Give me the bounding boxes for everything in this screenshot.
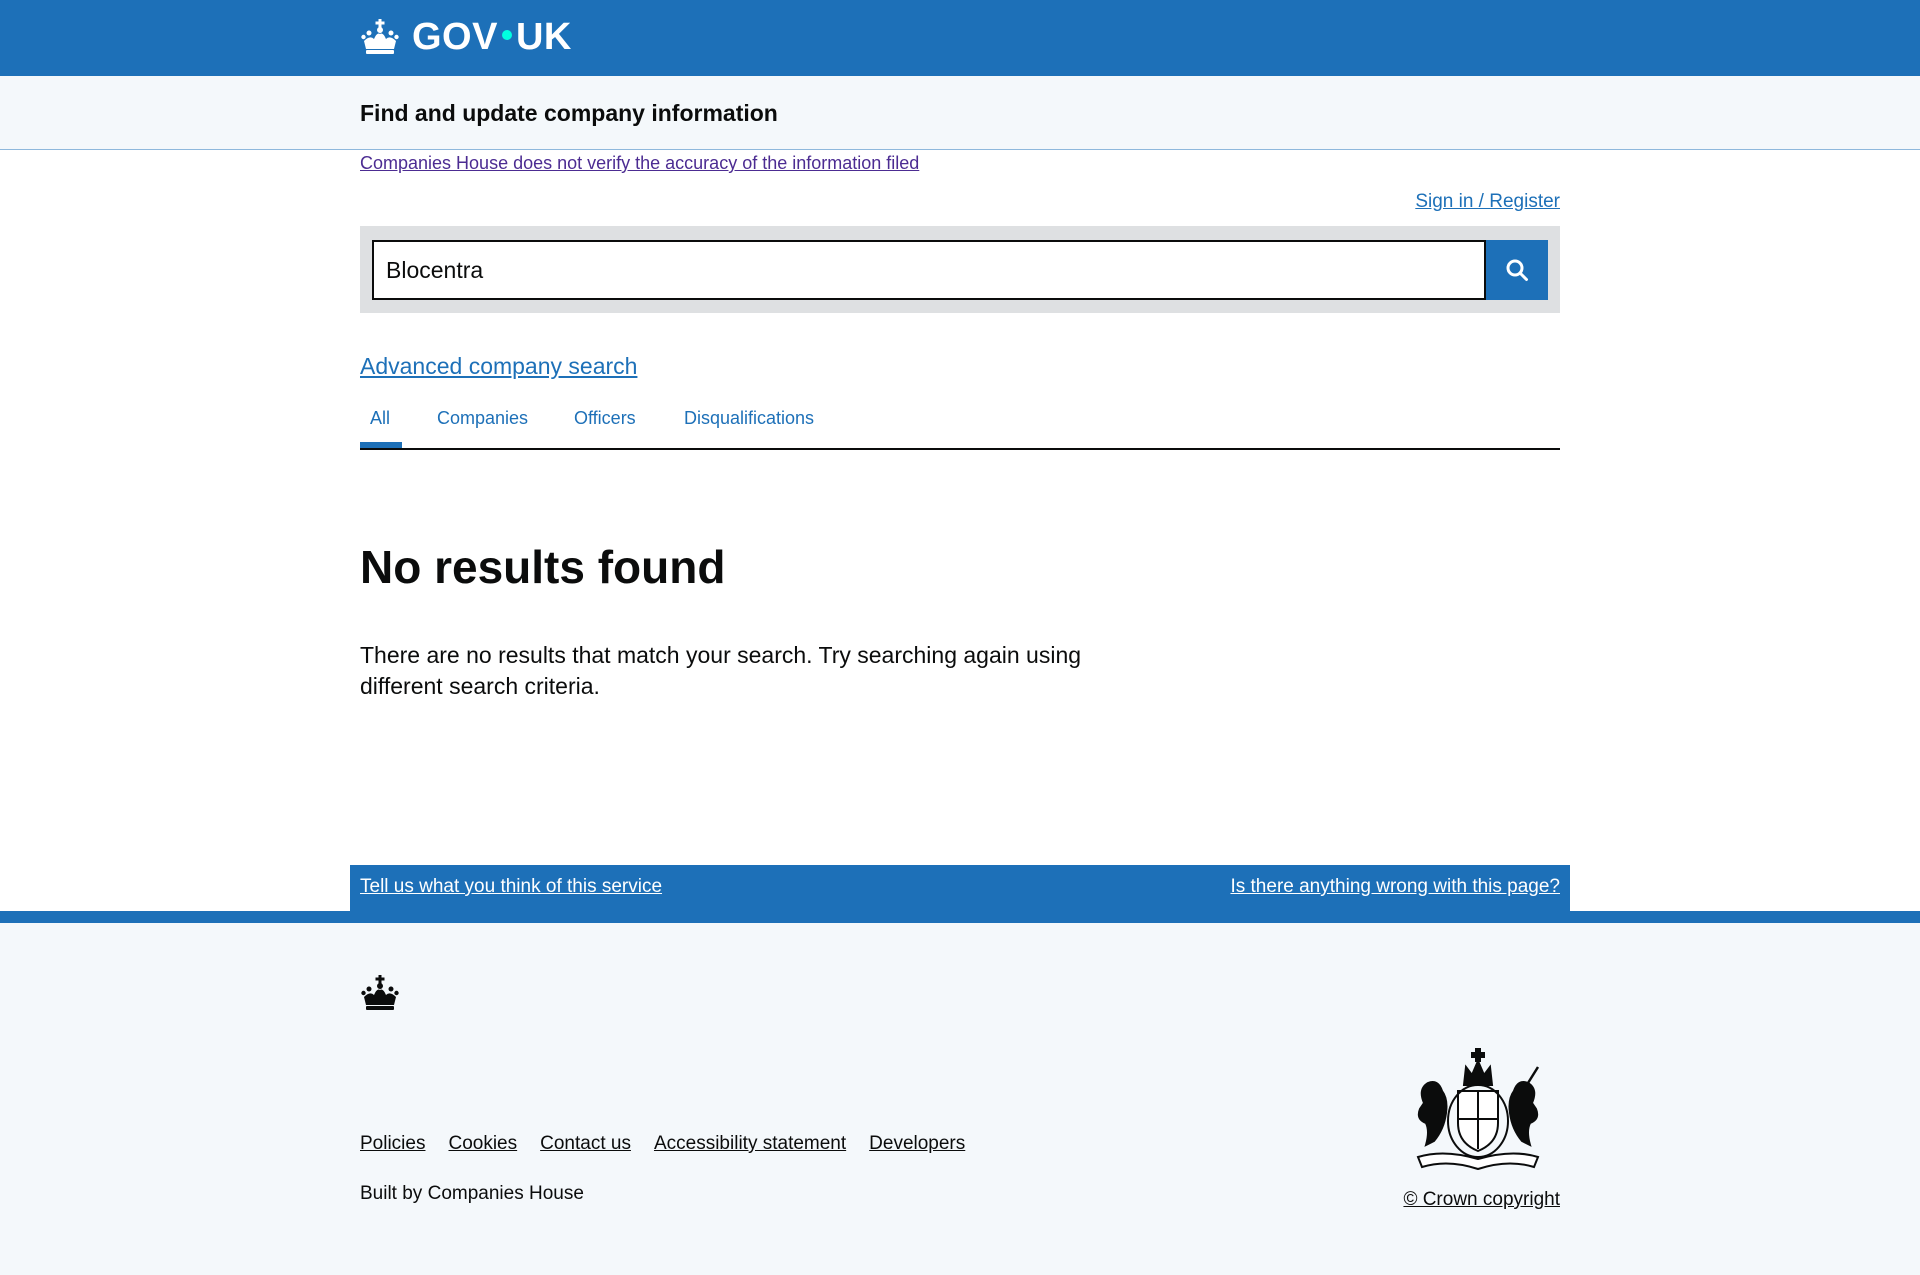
footer-link-developers[interactable]: Developers [869, 1133, 965, 1155]
built-by: Built by Companies House [360, 1183, 584, 1205]
footer-border [0, 911, 1920, 923]
sign-in-register-link[interactable]: Sign in / Register [1415, 191, 1560, 213]
feedback-link[interactable]: Tell us what you think of this service [360, 876, 662, 898]
feedback-bar: Tell us what you think of this service I… [350, 865, 1570, 911]
footer-link-accessibility[interactable]: Accessibility statement [654, 1133, 846, 1155]
govuk-wordmark: GOV UK [412, 15, 572, 58]
search-panel [360, 226, 1560, 313]
govuk-header: GOV UK [0, 0, 1920, 76]
tab-all[interactable]: All [370, 408, 390, 429]
service-navigation: Find and update company information [0, 76, 1920, 150]
search-input[interactable] [372, 240, 1486, 300]
report-problem-link[interactable]: Is there anything wrong with this page? [1230, 876, 1560, 898]
results-heading: No results found [360, 541, 726, 593]
companies-house-link[interactable]: Companies House [428, 1183, 584, 1204]
results-message: There are no results that match your sea… [360, 642, 1082, 699]
crown-icon [361, 975, 399, 1010]
footer-links: Policies Cookies Contact us Accessibilit… [360, 1133, 965, 1155]
search-tabs: All Companies Officers Disqualifications [360, 398, 1560, 450]
crown-copyright-link[interactable]: © Crown copyright [1403, 1189, 1560, 1211]
footer-link-cookies[interactable]: Cookies [448, 1133, 517, 1155]
govuk-logo-link[interactable]: GOV UK [360, 14, 572, 60]
crown-icon [361, 19, 399, 54]
search-icon [1506, 259, 1528, 281]
service-name-link[interactable]: Find and update company information [360, 100, 778, 127]
tab-officers[interactable]: Officers [574, 408, 636, 429]
footer: Policies Cookies Contact us Accessibilit… [0, 923, 1920, 1275]
search-button[interactable] [1486, 240, 1548, 300]
footer-link-contact[interactable]: Contact us [540, 1133, 631, 1155]
royal-coat-of-arms-icon [1416, 1048, 1540, 1171]
accuracy-disclaimer-link[interactable]: Companies House does not verify the accu… [360, 153, 919, 174]
footer-link-policies[interactable]: Policies [360, 1133, 425, 1155]
tab-companies[interactable]: Companies [437, 408, 528, 429]
advanced-search-link[interactable]: Advanced company search [360, 353, 637, 380]
tab-disqualifications[interactable]: Disqualifications [684, 408, 814, 429]
govuk-dot [501, 30, 512, 41]
built-by-prefix: Built by [360, 1183, 428, 1204]
active-tab-indicator [360, 442, 402, 448]
